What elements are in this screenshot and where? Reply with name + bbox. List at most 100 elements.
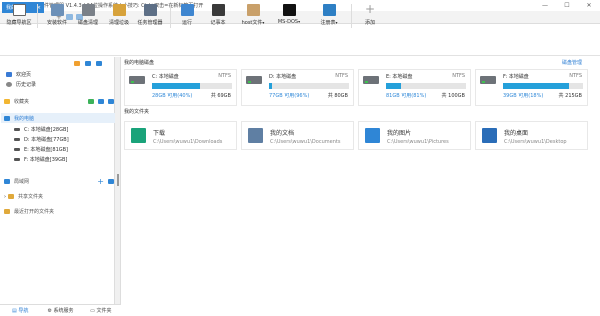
folder-path: C:\Users\wuwu1\Desktop (504, 139, 567, 145)
dropdown-arrow-icon[interactable]: ▾ (262, 20, 264, 25)
folder-path: C:\Users\wuwu1\Pictures (387, 139, 449, 145)
sidebar-item-history[interactable]: 历史记录 (6, 79, 114, 89)
drive-filesystem: NTFS (452, 73, 465, 79)
drive-free-space: 28GB 可用(40%) (152, 93, 193, 99)
drive-usage-fill (152, 83, 200, 89)
drive-card-c[interactable]: C: 本地磁盘 NTFS 28GB 可用(40%) 共 69GB (124, 69, 237, 106)
disk-cleanup-button[interactable]: 磁盘清理 (71, 3, 105, 26)
toolbar-label: MS-DOS (277, 19, 299, 25)
notepad-button[interactable]: 记事本 (201, 3, 235, 26)
toolbar-separator (37, 4, 38, 28)
sidebar-bottom-tabs: ▤ 导航 ⚙ 系统服务 ▭ 文件夹 (0, 304, 121, 316)
sidebar-item-my-computer[interactable]: 我的电脑 (1, 113, 115, 123)
drive-icon (14, 137, 20, 141)
drive-name: D: 本地磁盘 (269, 74, 297, 80)
disks-section-title: 我的电脑磁盘 (124, 60, 155, 66)
task-manager-button[interactable]: 任务管理器 (133, 3, 167, 26)
network-header[interactable]: 局域网 + (4, 177, 114, 185)
favorites-header[interactable]: 收藏夹 (4, 98, 114, 105)
toolbar-label: 隐藏导航区 (6, 20, 32, 26)
hard-drive-icon (129, 76, 145, 84)
plus-icon: + (364, 2, 376, 16)
drive-total-size: 共 100GB (441, 93, 465, 99)
shared-folders-label: 共享文件夹 (18, 194, 44, 200)
network-tools: + (97, 177, 114, 185)
chevron-right-icon[interactable]: › (4, 194, 6, 200)
terminal-icon (282, 4, 296, 16)
sidebar-item-welcome[interactable]: 欢迎页 (6, 69, 114, 79)
folder-card-pictures[interactable]: 我的图片 C:\Users\wuwu1\Pictures (358, 121, 471, 150)
ms-dos-button[interactable]: MS-DOS▾ (272, 3, 306, 25)
folder-name: 我的图片 (387, 130, 412, 137)
drive-usage-fill (269, 83, 273, 89)
sidebar-item-drive-c[interactable]: C: 本地磁盘[28GB] (14, 124, 114, 134)
disk-management-link[interactable]: 磁盘管理 (562, 59, 582, 66)
sidebar-item-recent-folders[interactable]: 最近打开的文件夹 (4, 208, 114, 215)
sidebar-item-drive-f[interactable]: F: 本地磁盘[39GB] (14, 154, 114, 164)
favorites-label: 收藏夹 (14, 99, 30, 105)
sidebar-top-tools (74, 61, 102, 66)
close-button[interactable]: ✕ (578, 0, 600, 11)
toolbar-label: 运行 (181, 20, 192, 26)
sidebar-item-drive-d[interactable]: D: 本地磁盘[77GB] (14, 134, 114, 144)
hard-drive-icon (363, 76, 379, 84)
folder-card-documents[interactable]: 我的文档 C:\Users\wuwu1\Documents (241, 121, 354, 150)
tab-navigation[interactable]: ▤ 导航 (0, 307, 40, 314)
tab-folders[interactable]: ▭ 文件夹 (81, 307, 121, 314)
toggle-nav-button[interactable]: 隐藏导航区 (2, 3, 36, 26)
sidebar-item-label: F: 本地磁盘[39GB] (24, 156, 68, 163)
disk-cleanup-icon (81, 4, 95, 16)
download-folder-icon (131, 128, 146, 143)
drive-icon (14, 157, 20, 161)
sidebar-item-label: 历史记录 (16, 81, 37, 88)
run-button[interactable]: 运行 (170, 3, 204, 26)
home-icon[interactable] (74, 61, 80, 66)
maximize-button[interactable]: ☐ (556, 0, 578, 11)
sidebar-item-shared-folders[interactable]: › 共享文件夹 (4, 193, 114, 201)
drive-free-space: 77GB 可用(96%) (269, 93, 310, 99)
drive-filesystem: NTFS (569, 73, 582, 79)
toolbar-label: 记事本 (210, 20, 226, 26)
dropdown-arrow-icon[interactable]: ▾ (336, 20, 338, 25)
add-button[interactable]: + 添加 (353, 3, 387, 26)
toolbar-label: 添加 (364, 20, 375, 26)
clean-junk-button[interactable]: 清理垃圾 (102, 3, 136, 26)
sidebar (0, 57, 115, 316)
splitter-grip-icon[interactable] (117, 174, 119, 186)
drive-total-size: 共 69GB (210, 93, 231, 99)
drive-card-e[interactable]: E: 本地磁盘 NTFS 81GB 可用(81%) 共 100GB (358, 69, 471, 106)
folder-card-downloads[interactable]: 下载 C:\Users\wuwu1\Downloads (124, 121, 237, 150)
manage-favorite-icon[interactable] (108, 99, 114, 104)
add-network-icon[interactable]: + (97, 177, 104, 185)
install-software-button[interactable]: 安装软件 (40, 3, 74, 26)
edit-favorite-icon[interactable] (98, 99, 104, 104)
cloud-icon[interactable] (96, 61, 102, 66)
drive-usage-fill (386, 83, 402, 89)
toolbar-label: 安装软件 (46, 20, 67, 26)
dropdown-arrow-icon[interactable]: ▾ (298, 19, 300, 24)
folder-name: 我的文档 (270, 130, 295, 137)
folder-card-desktop[interactable]: 我的桌面 C:\Users\wuwu1\Desktop (475, 121, 588, 150)
drive-free-space: 81GB 可用(81%) (386, 93, 427, 99)
toolbar-label: 磁盘清理 (77, 20, 98, 26)
sidebar-item-label: D: 本地磁盘[77GB] (24, 136, 69, 143)
tab-system-services[interactable]: ⚙ 系统服务 (40, 307, 80, 314)
drive-total-size: 共 80GB (327, 93, 348, 99)
computer-icon (4, 115, 10, 121)
manage-network-icon[interactable] (108, 178, 114, 184)
folder-name: 我的桌面 (504, 130, 529, 137)
task-manager-icon (143, 4, 157, 16)
registry-button[interactable]: 注册表▾ (312, 3, 346, 26)
drive-card-f[interactable]: F: 本地磁盘 NTFS 39GB 可用(18%) 共 215GB (475, 69, 588, 106)
sidebar-item-drive-e[interactable]: E: 本地磁盘[81GB] (14, 144, 114, 154)
add-favorite-icon[interactable] (88, 99, 94, 104)
drive-filesystem: NTFS (218, 73, 231, 79)
folder-name: 下载 (153, 130, 166, 137)
tab-label: 文件夹 (96, 308, 112, 314)
welcome-icon (6, 71, 12, 77)
minimize-button[interactable]: — (534, 0, 556, 11)
folder-icon[interactable] (85, 61, 91, 66)
hosts-file-button[interactable]: host文件▾ (236, 3, 270, 26)
tab-label: 系统服务 (53, 308, 74, 314)
drive-card-d[interactable]: D: 本地磁盘 NTFS 77GB 可用(96%) 共 80GB (241, 69, 354, 106)
